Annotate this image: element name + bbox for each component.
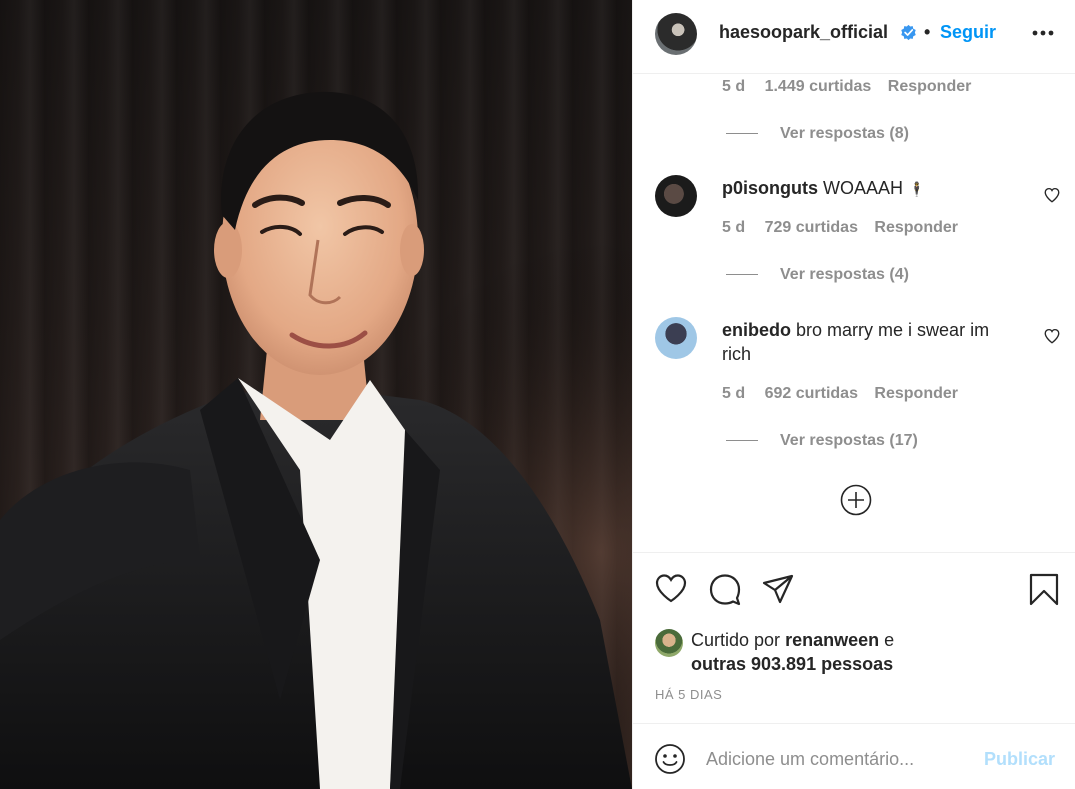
replies-divider: [726, 440, 758, 442]
comment-body: enibedo bro marry me i swear im rich: [722, 318, 1022, 366]
more-options-icon[interactable]: [1030, 22, 1056, 44]
reply-button[interactable]: Responder: [874, 219, 958, 236]
comment-emoji: 🕴: [908, 181, 926, 197]
comment-meta: 5 d 1.449 curtidas Responder: [722, 78, 983, 96]
load-more-comments-icon[interactable]: [840, 484, 872, 516]
liker-avatar[interactable]: [655, 629, 683, 657]
selfie-illustration: [0, 0, 632, 789]
author-username[interactable]: haesoopark_official: [719, 22, 888, 43]
comment-text: WOAAAH: [823, 178, 904, 198]
post-sidebar: haesoopark_official • Seguir 5 d 1.449 c…: [632, 0, 1075, 789]
bookmark-icon[interactable]: [1027, 572, 1061, 606]
comment-like-icon[interactable]: [1043, 327, 1061, 345]
likes-others-link[interactable]: outras 903.891 pessoas: [691, 654, 893, 674]
post-actions: Curtido por renanween e outras 903.891 p…: [633, 552, 1075, 724]
likes-connector: e: [884, 630, 895, 650]
reply-button[interactable]: Responder: [874, 385, 958, 402]
view-replies[interactable]: Ver respostas (4): [726, 266, 909, 284]
comment-likes[interactable]: 1.449 curtidas: [765, 78, 872, 95]
follow-button[interactable]: Seguir: [940, 22, 996, 43]
comment-time: 5 d: [722, 219, 746, 236]
post-header: haesoopark_official • Seguir: [633, 0, 1075, 74]
comment-likes[interactable]: 692 curtidas: [765, 385, 858, 402]
post-timestamp[interactable]: HÁ 5 DIAS: [655, 687, 722, 702]
replies-divider: [726, 133, 758, 135]
liker-username[interactable]: renanween: [785, 630, 879, 650]
comment-likes[interactable]: 729 curtidas: [765, 219, 858, 236]
comment-meta: 5 d 692 curtidas Responder: [722, 385, 970, 403]
comment-input[interactable]: [706, 744, 976, 774]
verified-badge-icon: [901, 24, 916, 41]
commenter-avatar[interactable]: [655, 317, 697, 359]
comment-time: 5 d: [722, 78, 746, 95]
view-replies[interactable]: Ver respostas (17): [726, 432, 918, 450]
post-photo: [0, 0, 632, 789]
likes-prefix: Curtido por: [691, 630, 781, 650]
comments-list: 5 d 1.449 curtidas Responder Ver respost…: [633, 75, 1075, 551]
author-avatar[interactable]: [655, 13, 697, 55]
publish-button[interactable]: Publicar: [984, 749, 1055, 770]
header-separator: •: [924, 22, 931, 42]
comment-time: 5 d: [722, 385, 746, 402]
emoji-icon[interactable]: [654, 743, 686, 775]
commenter-username[interactable]: p0isonguts: [722, 178, 818, 198]
likes-summary: Curtido por renanween e outras 903.891 p…: [691, 628, 1051, 676]
commenter-username[interactable]: enibedo: [722, 320, 791, 340]
add-comment-bar: Publicar: [633, 723, 1075, 789]
comment-body: p0isonguts WOAAAH 🕴: [722, 176, 1022, 201]
paper-plane-icon[interactable]: [761, 572, 795, 606]
view-replies-label[interactable]: Ver respostas (8): [780, 125, 909, 142]
reply-button[interactable]: Responder: [888, 78, 972, 95]
commenter-avatar[interactable]: [655, 175, 697, 217]
heart-icon[interactable]: [654, 572, 688, 606]
view-replies-label[interactable]: Ver respostas (17): [780, 432, 918, 449]
comment-meta: 5 d 729 curtidas Responder: [722, 219, 970, 237]
view-replies[interactable]: Ver respostas (8): [726, 125, 909, 143]
comment-icon[interactable]: [708, 572, 742, 606]
view-replies-label[interactable]: Ver respostas (4): [780, 266, 909, 283]
comment-like-icon[interactable]: [1043, 186, 1061, 204]
replies-divider: [726, 274, 758, 276]
